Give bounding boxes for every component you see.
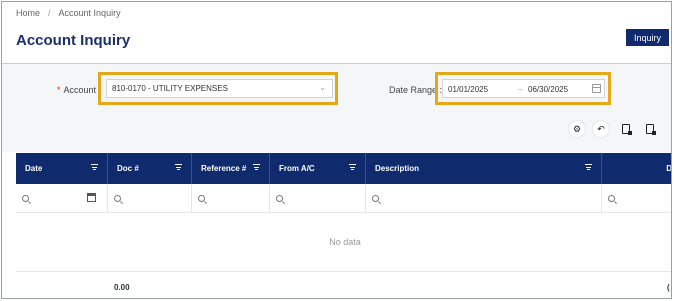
column-header-d[interactable]: D: [602, 153, 672, 184]
required-mark: *: [57, 85, 61, 95]
calendar-icon[interactable]: [87, 193, 96, 202]
date-range-start[interactable]: 01/01/2025: [448, 85, 488, 94]
breadcrumb: Home / Account Inquiry: [16, 8, 121, 18]
column-header-label: D: [666, 164, 672, 173]
column-header-label: Date: [25, 164, 43, 173]
filter-cell-reference[interactable]: [192, 184, 270, 213]
breadcrumb-current: Account Inquiry: [58, 8, 121, 18]
search-icon: [114, 195, 121, 202]
date-range-end[interactable]: 06/30/2025: [528, 85, 568, 94]
column-header-doc[interactable]: Doc #: [108, 153, 192, 184]
empty-state: No data: [16, 213, 671, 272]
breadcrumb-home[interactable]: Home: [16, 8, 40, 18]
filter-menu-icon[interactable]: [349, 164, 356, 170]
filter-menu-icon[interactable]: [253, 164, 260, 170]
column-header-date[interactable]: Date: [16, 153, 108, 184]
doc-total: 0.00: [114, 283, 130, 292]
inquiry-button[interactable]: Inquiry: [626, 29, 669, 46]
search-icon: [372, 195, 379, 202]
search-icon: [22, 195, 29, 202]
filter-cell-d[interactable]: [602, 184, 671, 213]
undo-icon[interactable]: ↶: [592, 120, 610, 138]
date-range-arrow: →: [516, 84, 524, 93]
empty-state-text: No data: [329, 237, 361, 247]
filter-menu-icon[interactable]: [175, 164, 182, 170]
account-label: * Account: [57, 85, 96, 95]
column-header-from-ac[interactable]: From A/C: [270, 153, 366, 184]
filter-menu-icon[interactable]: [585, 164, 592, 170]
column-header-reference[interactable]: Reference #: [192, 153, 270, 184]
grid-totals-row: 0.00 (: [16, 272, 671, 298]
breadcrumb-separator: /: [48, 8, 51, 18]
account-select-value: 810-0170 - UTILITY EXPENSES: [112, 84, 228, 93]
account-grid: Date Doc # Reference # From A/C Descript…: [16, 153, 672, 298]
column-header-description[interactable]: Description: [366, 153, 602, 184]
filter-cell-description[interactable]: [366, 184, 602, 213]
column-header-label: Reference #: [201, 164, 247, 173]
chevron-down-icon: ⌄: [319, 83, 326, 92]
document-report-icon[interactable]: [641, 120, 659, 138]
filter-cell-from-ac[interactable]: [270, 184, 366, 213]
account-select[interactable]: 810-0170 - UTILITY EXPENSES ⌄: [106, 79, 333, 98]
filter-menu-icon[interactable]: [91, 164, 98, 170]
filter-cell-date[interactable]: [16, 184, 108, 213]
d-total-partial: (: [667, 283, 670, 292]
page-title: Account Inquiry: [16, 32, 131, 49]
search-icon: [198, 195, 205, 202]
date-range-picker[interactable]: 01/01/2025 → 06/30/2025: [442, 79, 605, 98]
grid-filter-row: [16, 184, 671, 213]
search-icon: [276, 195, 283, 202]
grid-header-row: Date Doc # Reference # From A/C Descript…: [16, 153, 672, 184]
gear-icon[interactable]: ⚙: [568, 120, 586, 138]
column-header-label: Doc #: [117, 164, 139, 173]
column-header-label: From A/C: [279, 164, 315, 173]
document-export-icon[interactable]: [617, 120, 635, 138]
app-frame: Home / Account Inquiry Account Inquiry I…: [1, 1, 672, 299]
account-label-text: Account: [63, 85, 97, 95]
filter-cell-doc[interactable]: [108, 184, 192, 213]
calendar-icon[interactable]: [592, 84, 601, 93]
column-header-label: Description: [375, 164, 420, 173]
search-icon: [608, 195, 615, 202]
